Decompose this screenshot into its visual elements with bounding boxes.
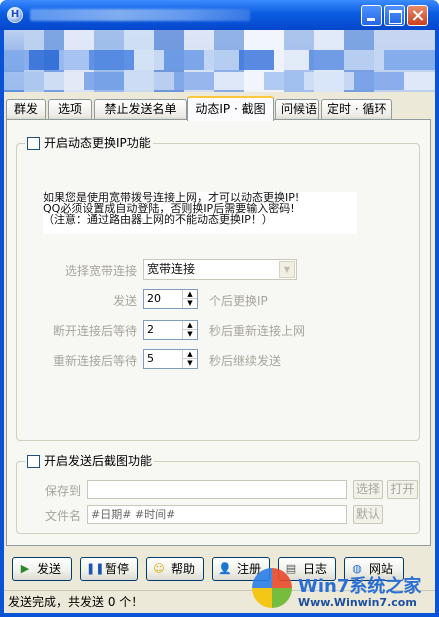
tab-panel-dynamic-ip: 开启动态更换IP功能 如果您是使用宽带拨号连接上网，才可以动态更换IP! QQ必… [6, 119, 431, 546]
minimize-button[interactable] [361, 5, 382, 26]
pause-button[interactable]: ❚❚ 暂停 [80, 557, 138, 581]
spin-down-icon[interactable]: ▼ [182, 330, 197, 339]
tab-block-list[interactable]: 禁止发送名单 [94, 99, 187, 120]
pause-icon: ❚❚ [86, 562, 105, 575]
spin-up-icon[interactable]: ▲ [182, 321, 197, 330]
chevron-down-icon[interactable]: ▼ [279, 261, 295, 278]
spin-up-icon[interactable]: ▲ [182, 350, 197, 359]
help-button-label: 帮助 [171, 562, 196, 576]
notice-line-3: （注意：通过路由器上网的不能动态更换IP！） [43, 213, 273, 226]
window-title-blurred [30, 9, 250, 21]
save-to-label: 保存到 [44, 484, 81, 498]
tab-mass-send[interactable]: 群发 [6, 99, 46, 120]
enable-dynamic-ip-label[interactable]: 开启动态更换IP功能 [44, 136, 151, 150]
send-button-label: 发送 [37, 562, 62, 576]
status-text: 发送完成，共发送 0 个！ [8, 595, 144, 609]
disconnect-wait-suffix: 秒后重新连接上网 [209, 324, 306, 338]
filename-label: 文件名 [44, 509, 81, 523]
watermark-url: Www.Winwin7.com [298, 596, 417, 609]
send-count-spin-buttons: ▲ ▼ [182, 290, 197, 308]
watermark-brand: Win7系统之家 [298, 576, 422, 597]
screenshot-group-title: 开启发送后截图功能 [25, 454, 155, 468]
send-count-value: 20 [147, 292, 161, 305]
tab-timer-loop[interactable]: 定时 · 循环 [321, 99, 392, 120]
screenshot-group: 开启发送后截图功能 保存到 选择 打开 文件名 #日期# #时间# 默认 [16, 454, 420, 534]
send-button[interactable]: ▶ 发送 [12, 557, 72, 581]
disconnect-wait-label: 断开连接后等待 [52, 324, 137, 338]
connection-label: 选择宽带连接 [64, 264, 137, 278]
reconnect-wait-suffix: 秒后继续发送 [209, 354, 282, 368]
client-area: 群发 选项 禁止发送名单 动态IP · 截图 问候语 定时 · 循环 开启动态更… [4, 30, 435, 613]
spin-down-icon[interactable]: ▼ [182, 359, 197, 368]
user-icon: 👤 [218, 562, 232, 575]
enable-screenshot-label[interactable]: 开启发送后截图功能 [44, 454, 152, 468]
send-count-stepper[interactable]: 20 ▲ ▼ [143, 289, 198, 309]
banner-stripe [4, 50, 435, 70]
help-button[interactable]: ☺ 帮助 [146, 557, 204, 581]
windows-logo-icon [252, 568, 292, 608]
banner-stripe-2 [4, 72, 435, 90]
open-folder-button[interactable]: 打开 [387, 480, 418, 499]
close-button[interactable] [407, 5, 428, 26]
dynamic-ip-group: 开启动态更换IP功能 如果您是使用宽带拨号连接上网，才可以动态更换IP! QQ必… [16, 136, 420, 441]
save-to-field[interactable] [87, 480, 347, 499]
reconnect-wait-label: 重新连接后等待 [52, 354, 137, 368]
play-icon: ▶ [20, 562, 30, 575]
spin-up-icon[interactable]: ▲ [182, 290, 197, 299]
dynamic-ip-notice: 如果您是使用宽带拨号连接上网，才可以动态更换IP! QQ必须设置成自动登陆，否则… [43, 192, 357, 234]
maximize-button[interactable] [384, 5, 405, 26]
reconnect-wait-value: 5 [147, 352, 154, 365]
app-icon: H [7, 7, 23, 23]
pause-button-label: 暂停 [105, 562, 130, 576]
smiley-icon: ☺ [153, 562, 165, 575]
disconnect-wait-spin-buttons: ▲ ▼ [182, 321, 197, 339]
default-filename-button[interactable]: 默认 [353, 505, 383, 524]
reconnect-wait-stepper[interactable]: 5 ▲ ▼ [143, 349, 198, 369]
tab-greetings[interactable]: 问候语 [275, 99, 319, 120]
dynamic-ip-group-title: 开启动态更换IP功能 [25, 136, 153, 150]
disconnect-wait-stepper[interactable]: 2 ▲ ▼ [143, 320, 198, 340]
disconnect-wait-value: 2 [147, 323, 154, 336]
connection-select-value: 宽带连接 [147, 262, 196, 276]
tab-options[interactable]: 选项 [48, 99, 92, 120]
send-count-label: 发送 [112, 294, 137, 308]
enable-dynamic-ip-checkbox[interactable] [27, 136, 40, 150]
banner-image-blurred [4, 30, 435, 92]
app-window: H 群发 选项 禁止发送名单 动态IP · 截图 问候语 定时 · 循环 开启动… [0, 0, 439, 617]
connection-select[interactable]: 宽带连接 ▼ [143, 259, 297, 280]
enable-screenshot-checkbox[interactable] [27, 454, 40, 468]
choose-folder-button[interactable]: 选择 [353, 480, 383, 499]
tab-dynamic-ip-screenshot[interactable]: 动态IP · 截图 [187, 96, 274, 121]
reconnect-wait-spin-buttons: ▲ ▼ [182, 350, 197, 368]
title-bar[interactable]: H [0, 0, 439, 30]
send-count-suffix: 个后更换IP [209, 294, 268, 308]
spin-down-icon[interactable]: ▼ [182, 299, 197, 308]
watermark-overlay: Win7系统之家 Www.Winwin7.com [246, 560, 436, 616]
filename-field[interactable]: #日期# #时间# [87, 505, 347, 524]
